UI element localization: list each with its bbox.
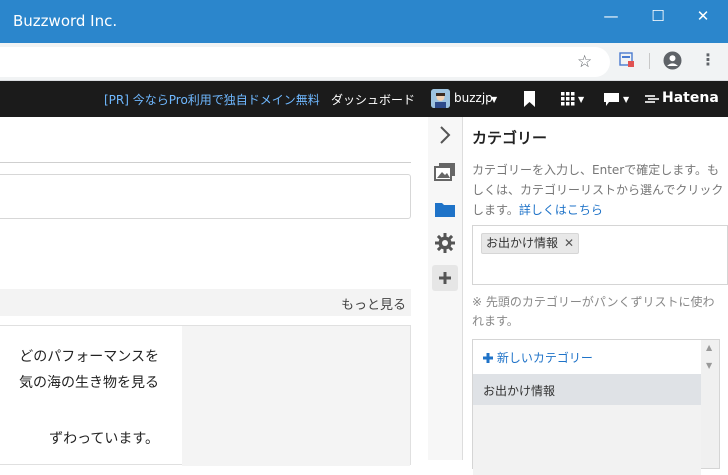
close-button[interactable]: ✕: [690, 6, 716, 26]
user-avatar[interactable]: [431, 89, 450, 108]
settings-button[interactable]: [432, 230, 458, 256]
card-text-line: ずわっています。: [49, 431, 159, 447]
toolbar-divider: [649, 53, 650, 69]
menu-kebab-icon[interactable]: ⋮: [700, 50, 716, 70]
more-strip: もっと見る: [0, 289, 411, 316]
category-input[interactable]: お出かけ情報 ✕: [472, 225, 728, 285]
chevron-right-icon: [440, 126, 451, 144]
bookmark-icon[interactable]: [523, 91, 536, 107]
entry-preview-card[interactable]: どのパフォーマンスを 気の海の生き物を見る ずわっています。: [0, 325, 411, 466]
collapse-panel-button[interactable]: [432, 122, 458, 148]
extension-icon[interactable]: [619, 52, 635, 68]
card-side-panel: [182, 326, 410, 466]
list-scrollbar[interactable]: ▲ ▼: [701, 340, 719, 468]
plus-icon: [439, 272, 451, 284]
plus-icon: [483, 353, 493, 363]
hatena-toolbar: [PR] 今ならPro利用で独自ドメイン無料 ダッシュボード buzzjp ▼ …: [0, 81, 728, 117]
apps-caret-icon[interactable]: ▼: [578, 95, 584, 104]
minimize-button[interactable]: —: [598, 6, 624, 26]
pr-link[interactable]: [PR] 今ならPro利用で独自ドメイン無料: [104, 91, 320, 108]
category-tag: お出かけ情報 ✕: [481, 233, 580, 254]
list-item[interactable]: お出かけ情報: [473, 374, 701, 405]
list-item-label: お出かけ情報: [483, 384, 556, 398]
card-text-line: どのパフォーマンスを: [19, 349, 159, 365]
comment-icon[interactable]: [604, 93, 619, 106]
tag-label: お出かけ情報: [486, 236, 559, 250]
hatena-brand[interactable]: Hatena: [662, 90, 719, 106]
window-titlebar: Buzzword Inc. — ☐ ✕: [0, 0, 728, 43]
image-icon: [434, 163, 455, 181]
editor-area: もっと見る どのパフォーマンスを 気の海の生き物を見る ずわっています。: [0, 117, 428, 466]
help-link[interactable]: 詳しくはこちら: [519, 203, 603, 217]
title-underline: [0, 162, 411, 163]
apps-grid-icon[interactable]: [561, 92, 575, 106]
category-panel: カテゴリー カテゴリーを入力し、Enterで確定します。もしくは、カテゴリーリス…: [464, 117, 728, 475]
user-caret-icon[interactable]: ▼: [491, 95, 497, 104]
tag-remove-icon[interactable]: ✕: [564, 236, 574, 250]
username-label[interactable]: buzzjp: [454, 91, 493, 105]
category-button[interactable]: [432, 196, 458, 222]
window-title: Buzzword Inc.: [13, 12, 118, 30]
bookmark-star-icon[interactable]: ☆: [577, 53, 592, 71]
entry-input[interactable]: [0, 174, 411, 219]
dashboard-link[interactable]: ダッシュボード: [331, 91, 415, 108]
scroll-up-icon[interactable]: ▲: [706, 343, 712, 352]
hatena-logo-icon: [645, 95, 659, 103]
profile-icon[interactable]: [663, 51, 682, 70]
gear-icon: [435, 233, 455, 253]
scroll-down-icon[interactable]: ▼: [706, 361, 712, 370]
category-help: カテゴリーを入力し、Enterで確定します。もしくは、カテゴリーリストから選んで…: [472, 160, 724, 220]
image-button[interactable]: [432, 159, 458, 185]
category-note: ※ 先頭のカテゴリーがパンくずリストに使われます。: [472, 295, 715, 328]
folder-icon: [435, 203, 455, 217]
card-text-line: 気の海の生き物を見る: [19, 375, 159, 391]
new-category-button[interactable]: 新しいカテゴリー: [483, 349, 593, 366]
category-list: 新しいカテゴリー お出かけ情報 ▲ ▼: [472, 339, 720, 475]
maximize-button[interactable]: ☐: [645, 6, 671, 26]
add-button[interactable]: [432, 265, 458, 291]
list-empty-area: [473, 405, 701, 475]
new-category-label: 新しいカテゴリー: [496, 351, 593, 365]
panel-heading: カテゴリー: [472, 129, 548, 147]
more-link[interactable]: もっと見る: [341, 294, 406, 313]
comment-caret-icon[interactable]: ▼: [623, 95, 629, 104]
address-input[interactable]: [0, 47, 610, 77]
sidebar-icon-rail: [428, 117, 463, 460]
